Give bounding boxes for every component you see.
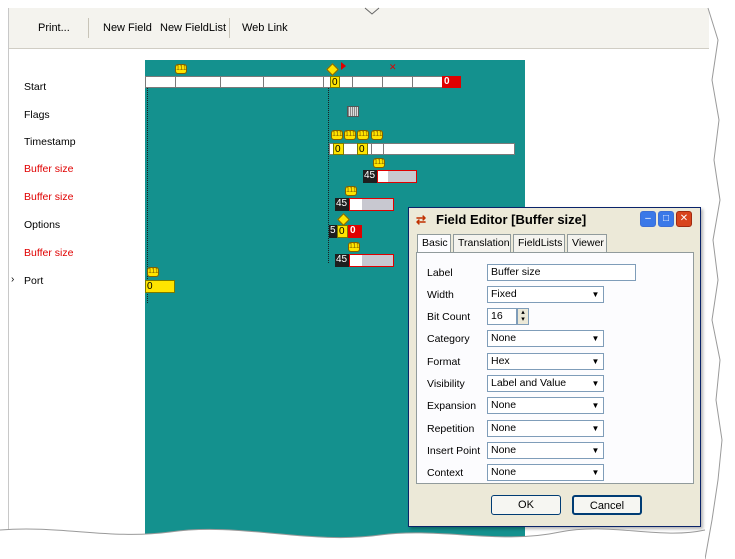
- torn-edge-decoration: [0, 7, 735, 559]
